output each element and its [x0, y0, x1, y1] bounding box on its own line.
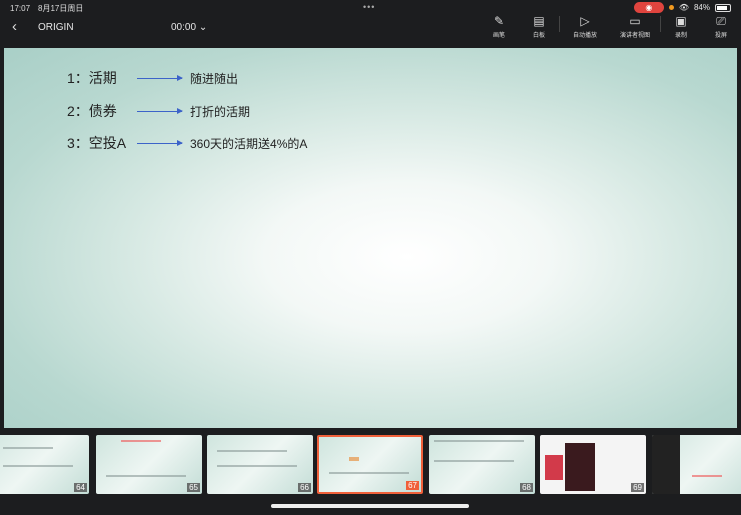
record-icon: ▣ [675, 14, 687, 28]
slide-number: 65 [187, 483, 200, 492]
home-indicator[interactable] [271, 504, 469, 508]
autoplay-button[interactable]: ▷ 自动播放 [560, 14, 610, 39]
slide-number: 64 [74, 483, 87, 492]
slide-number: 68 [520, 483, 533, 492]
autoplay-icon: ▷ [580, 14, 590, 28]
battery-icon [715, 3, 731, 12]
tool-label: 白板 [532, 33, 545, 39]
battery-percent: 84% [693, 3, 710, 12]
slide-row: 1：活期 随进随出 [67, 68, 238, 88]
arrow-icon [137, 107, 183, 114]
more-dots-icon[interactable]: ••• [363, 2, 375, 12]
slide-thumbnail-selected[interactable]: 67 [317, 435, 423, 494]
cast-icon: ⎚ [716, 14, 726, 28]
row-key: 1：活期 [67, 70, 117, 86]
arrow-icon [137, 139, 183, 146]
cast-button[interactable]: ⎚ 投屏 [701, 14, 741, 39]
row-value: 随进随出 [190, 71, 239, 86]
slide-canvas[interactable]: 1：活期 随进随出 2：债券 打折的活期 3：空投A 360天的活期送4%的A [4, 48, 737, 428]
slide-thumbnail[interactable]: 64 [0, 435, 89, 494]
arrow-icon [137, 74, 183, 81]
slide-number: 67 [406, 481, 419, 490]
record-button[interactable]: ▣ 录制 [661, 14, 701, 39]
whiteboard-button[interactable]: ▤ 白板 [519, 14, 559, 39]
pen-button[interactable]: ✎ 画笔 [479, 14, 519, 39]
screen-recording-indicator[interactable]: ◉ [633, 2, 664, 13]
system-indicators: ◉ 👁 84% [633, 2, 731, 13]
tool-label: 演讲者视图 [619, 33, 650, 39]
slide-row: 2：债券 打折的活期 [67, 101, 250, 121]
clock: 17:07 [10, 4, 31, 13]
document-title: ORIGIN [38, 22, 74, 33]
timer-dropdown[interactable]: 00:00 ⌄ [171, 22, 207, 33]
slide-thumbnail[interactable]: 70 [652, 435, 741, 494]
presenter-view-button[interactable]: ▭ 演讲者视图 [610, 14, 660, 39]
tool-label: 投屏 [714, 33, 727, 39]
timer-value: 00:00 [171, 22, 197, 33]
slide-number: 69 [631, 483, 644, 492]
chevron-down-icon: ⌄ [198, 22, 208, 33]
pen-icon: ✎ [493, 14, 505, 28]
tool-label: 自动播放 [572, 33, 597, 39]
row-value: 360天的活期送4%的A [190, 136, 308, 151]
presenter-view-icon: ▭ [629, 14, 641, 28]
slide-row: 3：空投A 360天的活期送4%的A [67, 133, 307, 153]
back-button[interactable]: ‹ [12, 18, 17, 35]
row-key: 3：空投A [67, 135, 127, 151]
mic-dot-icon [668, 5, 674, 10]
row-value: 打折的活期 [190, 104, 251, 119]
toolbar: ✎ 画笔 ▤ 白板 ▷ 自动播放 ▭ 演讲者视图 ▣ 录制 ⎚ 投屏 [479, 14, 741, 39]
row-key: 2：债券 [67, 103, 117, 119]
tool-label: 画笔 [492, 33, 505, 39]
slide-thumbnail[interactable]: 69 [540, 435, 646, 494]
date: 8月17日周日 [38, 4, 84, 13]
slide-thumbnail[interactable]: 66 [207, 435, 313, 494]
status-bar: 17:07 8月17日周日 [10, 3, 91, 14]
thumbnail-strip[interactable]: 64 65 66 67 68 69 70 [0, 435, 741, 495]
wifi-icon: 👁 [678, 3, 689, 12]
whiteboard-icon: ▤ [533, 14, 545, 28]
slide-thumbnail[interactable]: 68 [429, 435, 535, 494]
slide-thumbnail[interactable]: 65 [96, 435, 202, 494]
slide-number: 66 [298, 483, 311, 492]
tool-label: 录制 [674, 33, 687, 39]
